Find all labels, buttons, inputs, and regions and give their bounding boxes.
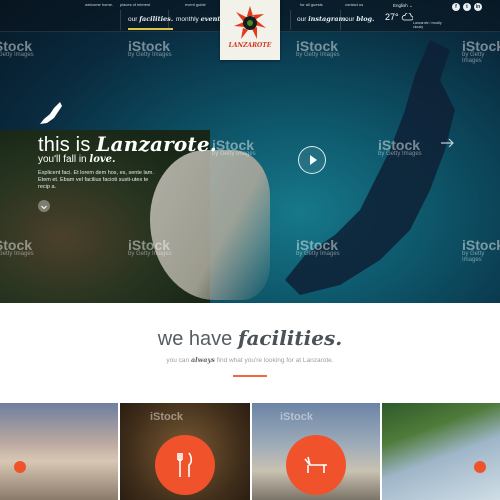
watermark: iStockby Getty Images — [462, 38, 500, 64]
weather-temperature: 27° — [385, 12, 399, 22]
watermark: iStockby Getty Images — [296, 237, 340, 257]
lounger-icon — [304, 456, 327, 473]
weather-widget: 27° Lanzarote / mostly cloudy — [385, 12, 442, 29]
utility-link-places[interactable]: places of interest — [120, 2, 150, 7]
watermark-brand: iStock — [280, 411, 314, 423]
nav-item-blog[interactable]: our blog. — [345, 15, 374, 23]
nav-item-instagram[interactable]: our instagram. — [297, 15, 348, 23]
utility-link-events[interactable]: event guide — [185, 2, 206, 7]
nav-item-label: our — [128, 16, 140, 23]
watermark: iStock — [280, 411, 313, 423]
hero-title-strong: Lanzarote. — [96, 132, 217, 156]
watermark-sub: by Getty Images — [0, 52, 34, 58]
nav-item-label: our — [297, 16, 309, 23]
facilities-subtitle: you can always find what you're looking … — [0, 356, 500, 364]
island-silhouette-icon — [40, 102, 62, 124]
utility-link-home[interactable]: welcome home. — [85, 2, 113, 7]
facilities-title-strong: facilities. — [237, 326, 343, 350]
facilities-sub-pre: you can — [166, 357, 191, 364]
sun-logo-icon — [234, 6, 266, 39]
cloud-icon — [401, 13, 413, 21]
facilities-sub-post: find what you're looking for at Lanzarot… — [214, 357, 334, 364]
facilities-title-plain: we have — [157, 328, 238, 350]
hero-subtitle-strong: love. — [89, 154, 116, 165]
arrow-right-icon[interactable] — [440, 137, 456, 149]
play-icon — [310, 155, 317, 165]
linkedin-icon[interactable]: in — [474, 3, 482, 11]
watermark: iStockby Getty Images — [212, 137, 256, 157]
nav-item-events[interactable]: monthly events. — [176, 15, 226, 23]
utility-link-contact[interactable]: contact us — [345, 2, 363, 7]
gallery-tile-beach[interactable] — [382, 403, 500, 500]
tile-indicator-dot — [14, 461, 26, 473]
watermark-sub: by Getty Images — [212, 151, 256, 157]
facilities-sub-strong: always — [190, 356, 215, 364]
nav-item-facilities[interactable]: our facilities. — [128, 15, 174, 30]
nav-item-label: monthly — [176, 16, 201, 23]
facilities-gallery: iStock iStock — [0, 403, 500, 500]
site-logo[interactable]: LANZAROTE — [220, 0, 280, 60]
logo-wordmark: LANZAROTE — [228, 42, 272, 49]
watermark-sub: by Getty Images — [296, 251, 340, 257]
watermark: iStockby Getty Images — [0, 38, 34, 58]
hero-title-light: this is — [38, 134, 97, 156]
hero-subtitle-plain: you'll fall in — [38, 154, 90, 165]
utility-link-guests[interactable]: for all guests — [300, 2, 323, 7]
language-selector[interactable]: English ⌄ — [393, 3, 413, 9]
watermark: iStockby Getty Images — [0, 237, 34, 257]
nav-divider — [290, 10, 291, 30]
accent-divider — [233, 375, 267, 377]
watermark-sub: by Getty Images — [128, 251, 172, 257]
nav-item-label-strong: blog. — [356, 15, 375, 23]
play-video-button[interactable] — [298, 146, 326, 174]
nav-item-label: our — [345, 16, 357, 23]
watermark: iStockby Getty Images — [462, 237, 500, 263]
cutlery-icon — [177, 452, 193, 477]
facebook-icon[interactable]: f — [452, 3, 460, 11]
chevron-down-icon: ⌄ — [409, 3, 413, 8]
watermark-sub: by Getty Images — [0, 251, 34, 257]
scroll-down-button[interactable] — [38, 200, 50, 212]
watermark: iStockby Getty Images — [296, 38, 340, 58]
twitter-icon[interactable]: t — [463, 3, 471, 11]
facilities-section: we have facilities. you can always find … — [0, 303, 500, 403]
watermark-brand: iStock — [150, 411, 184, 423]
hero-subtitle: you'll fall in love. — [38, 154, 116, 165]
nav-divider — [120, 10, 121, 30]
watermark-sub: by Getty Images — [296, 52, 340, 58]
watermark: iStockby Getty Images — [128, 237, 172, 257]
weather-description: Lanzarote / mostly cloudy — [413, 21, 442, 29]
nav-item-label-strong: instagram. — [308, 15, 348, 23]
chevron-down-icon — [41, 205, 47, 210]
gallery-tile-village[interactable] — [0, 403, 118, 500]
hero-description: Explicent faci. Et lorem dem hos, es, se… — [38, 170, 154, 190]
watermark-sub: by Getty Images — [128, 52, 172, 58]
watermark: iStockby Getty Images — [378, 137, 422, 157]
tile-indicator-dot — [474, 461, 486, 473]
facilities-title: we have facilities. — [0, 326, 500, 351]
gallery-tile-pool[interactable]: iStock — [252, 403, 380, 500]
watermark: iStock — [150, 411, 183, 423]
gallery-tile-dining[interactable]: iStock — [120, 403, 250, 500]
language-label: English — [393, 3, 408, 8]
watermark-sub: by Getty Images — [378, 151, 422, 157]
nav-item-label-strong: facilities. — [139, 15, 174, 23]
watermark: iStockby Getty Images — [128, 38, 172, 58]
